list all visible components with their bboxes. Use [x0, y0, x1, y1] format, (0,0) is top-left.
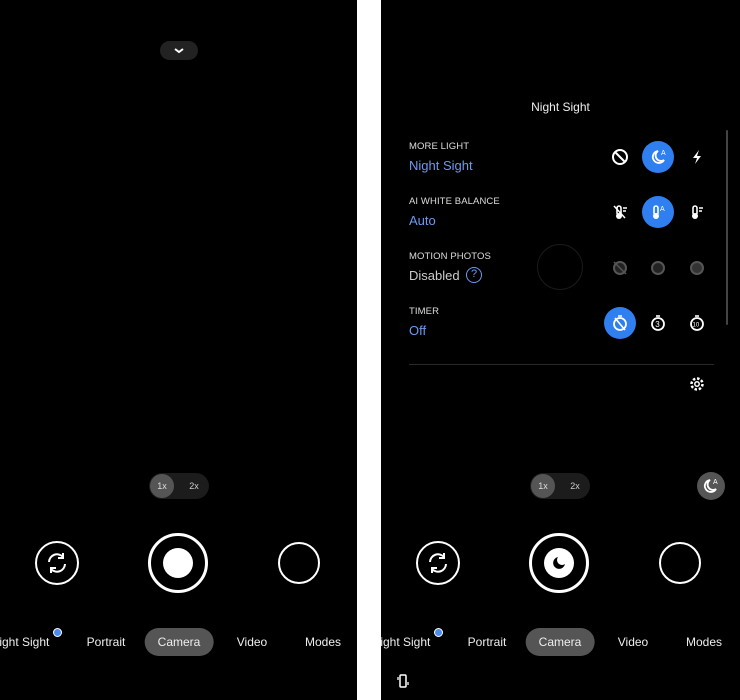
off-icon[interactable] — [604, 141, 636, 173]
motion-on-icon[interactable] — [681, 252, 713, 284]
svg-text:A: A — [713, 479, 718, 486]
timer-off-icon[interactable] — [604, 307, 636, 339]
timer-3-icon[interactable]: 3 — [642, 307, 674, 339]
mode-camera[interactable]: Camera — [525, 628, 595, 656]
shutter-inner — [163, 548, 193, 578]
shutter-button[interactable] — [148, 533, 208, 593]
night-sight-indicator-button[interactable]: A — [697, 472, 725, 500]
svg-text:A: A — [661, 150, 666, 157]
rotate-phone-icon — [397, 674, 409, 688]
setting-value-motion-photos: Disabled — [409, 268, 460, 283]
shutter-inner — [544, 548, 574, 578]
timer-10-icon[interactable]: 10 — [681, 307, 713, 339]
focus-ring — [537, 244, 583, 290]
motion-off-icon[interactable] — [604, 252, 636, 284]
panel-divider — [409, 364, 714, 365]
setting-value-more-light: Night Sight — [409, 158, 473, 173]
setting-label-motion-photos: MOTION PHOTOS — [409, 251, 491, 262]
setting-value-white-balance: Auto — [409, 213, 436, 228]
new-badge-dot — [434, 628, 443, 637]
gallery-thumbnail-button[interactable] — [278, 542, 320, 584]
zoom-selector: 1x 2x — [149, 473, 209, 499]
expand-settings-button[interactable] — [160, 41, 198, 60]
svg-text:10: 10 — [693, 323, 700, 329]
zoom-1x-button[interactable]: 1x — [531, 474, 555, 498]
gallery-thumbnail-button[interactable] — [659, 542, 701, 584]
zoom-1x-button[interactable]: 1x — [150, 474, 174, 498]
motion-auto-icon[interactable] — [642, 252, 674, 284]
switch-camera-icon — [48, 553, 66, 573]
help-icon[interactable]: ? — [466, 267, 482, 283]
switch-camera-button[interactable] — [35, 541, 79, 585]
camera-screen-settings: Night Sight MORE LIGHT Night Sight A AI … — [381, 0, 740, 700]
mode-modes[interactable]: Modes — [305, 628, 341, 656]
rotate-screen-button[interactable] — [397, 673, 409, 694]
setting-label-timer: TIMER — [409, 306, 440, 317]
night-sight-auto-icon[interactable]: A — [642, 141, 674, 173]
mode-video[interactable]: Video — [237, 628, 267, 656]
setting-label-white-balance: AI WHITE BALANCE — [409, 196, 500, 207]
wb-manual-icon[interactable] — [681, 196, 713, 228]
mode-camera[interactable]: Camera — [144, 628, 214, 656]
setting-label-more-light: MORE LIGHT — [409, 141, 470, 152]
wb-off-icon[interactable] — [604, 196, 636, 228]
shutter-button-night-sight[interactable] — [529, 533, 589, 593]
setting-value-timer: Off — [409, 323, 427, 338]
zoom-2x-button[interactable]: 2x — [183, 473, 205, 499]
moon-icon — [553, 557, 565, 569]
switch-camera-icon — [429, 553, 447, 573]
switch-camera-button[interactable] — [416, 541, 460, 585]
mode-portrait[interactable]: Portrait — [87, 628, 126, 656]
settings-gear-icon[interactable] — [681, 368, 713, 400]
svg-text:A: A — [660, 206, 665, 213]
mode-night-sight[interactable]: Night Sight — [0, 628, 49, 656]
flash-icon[interactable] — [681, 141, 713, 173]
mode-portrait[interactable]: Portrait — [468, 628, 507, 656]
panel-scrollbar[interactable] — [726, 130, 728, 325]
chevron-down-icon — [174, 48, 184, 54]
mode-modes[interactable]: Modes — [686, 628, 722, 656]
panel-title: Night Sight — [531, 100, 590, 114]
mode-night-sight[interactable]: Night Sight — [381, 628, 430, 656]
mode-video[interactable]: Video — [618, 628, 648, 656]
night-sight-auto-icon: A — [703, 479, 718, 493]
svg-text:3: 3 — [655, 320, 660, 329]
wb-auto-icon[interactable]: A — [642, 196, 674, 228]
new-badge-dot — [53, 628, 62, 637]
zoom-2x-button[interactable]: 2x — [564, 473, 586, 499]
camera-screen-default: 1x 2x Night Sight Portrait Camera Video … — [0, 0, 357, 700]
zoom-selector: 1x 2x — [530, 473, 590, 499]
